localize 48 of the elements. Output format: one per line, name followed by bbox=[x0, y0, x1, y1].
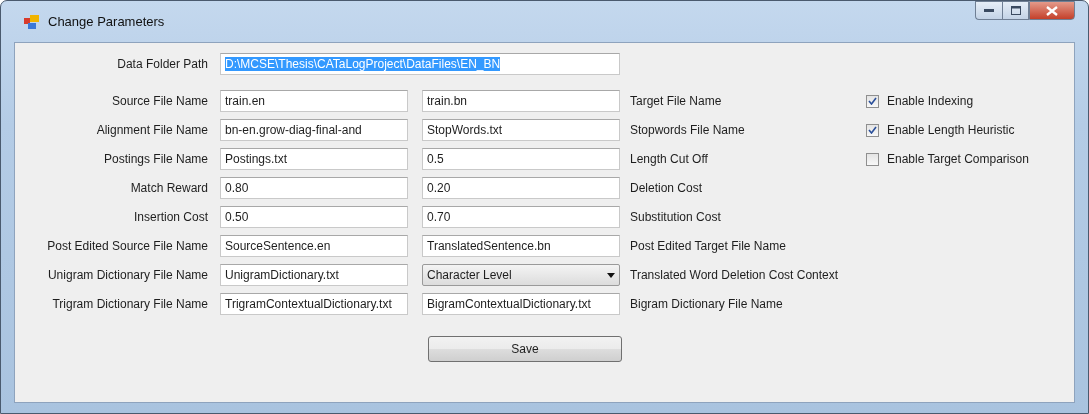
text-field[interactable]: 0.5 bbox=[422, 148, 620, 170]
checkbox[interactable]: Enable Length Heuristic bbox=[866, 123, 1074, 137]
field-label: Post Edited Source File Name bbox=[46, 239, 208, 253]
text-field[interactable]: StopWords.txt bbox=[422, 119, 620, 141]
text-field[interactable]: UnigramDictionary.txt bbox=[220, 264, 408, 286]
save-button[interactable]: Save bbox=[428, 336, 622, 362]
text-field[interactable]: train.bn bbox=[422, 90, 620, 112]
close-button[interactable] bbox=[1029, 1, 1075, 20]
dropdown[interactable]: Character Level bbox=[422, 264, 620, 286]
text-field[interactable]: 0.20 bbox=[422, 177, 620, 199]
check-icon bbox=[868, 126, 877, 134]
field-label: Substitution Cost bbox=[630, 210, 722, 224]
text-field[interactable]: TranslatedSentence.bn bbox=[422, 235, 620, 257]
field-label: Stopwords File Name bbox=[630, 123, 746, 137]
text-field[interactable]: TrigramContextualDictionary.txt bbox=[220, 293, 408, 315]
field-label: Bigram Dictionary File Name bbox=[630, 297, 784, 311]
minimize-button[interactable] bbox=[975, 1, 1002, 20]
field-label: Translated Word Deletion Cost Context bbox=[630, 268, 840, 282]
minimize-icon bbox=[984, 8, 994, 13]
text-field[interactable]: bn-en.grow-diag-final-and bbox=[220, 119, 408, 141]
field-label: Length Cut Off bbox=[630, 152, 709, 166]
text-field[interactable]: SourceSentence.en bbox=[220, 235, 408, 257]
field-label: Source File Name bbox=[110, 94, 208, 108]
field-label: Match Reward bbox=[129, 181, 208, 195]
text-field[interactable]: train.en bbox=[220, 90, 408, 112]
text-field[interactable]: 0.80 bbox=[220, 177, 408, 199]
field-label: Insertion Cost bbox=[132, 210, 208, 224]
text-field[interactable]: BigramContextualDictionary.txt bbox=[422, 293, 620, 315]
field-label: Postings File Name bbox=[102, 152, 208, 166]
checkbox[interactable]: Enable Target Comparison bbox=[866, 152, 1074, 166]
field-label: Deletion Cost bbox=[630, 181, 704, 195]
app-icon bbox=[24, 14, 40, 29]
dropdown-caret-icon bbox=[607, 272, 615, 278]
field-label: Alignment File Name bbox=[95, 123, 208, 137]
field-label: Unigram Dictionary File Name bbox=[46, 268, 208, 282]
text-field[interactable]: 0.50 bbox=[220, 206, 408, 228]
text-field[interactable]: Postings.txt bbox=[220, 148, 408, 170]
field-label: Post Edited Target File Name bbox=[630, 239, 787, 253]
maximize-button[interactable] bbox=[1002, 1, 1029, 20]
maximize-icon bbox=[1010, 6, 1021, 15]
field-label: Target File Name bbox=[630, 94, 723, 108]
field-label: Data Folder Path bbox=[116, 57, 208, 71]
field-label: Trigram Dictionary File Name bbox=[51, 297, 208, 311]
check-icon bbox=[868, 97, 877, 105]
checkbox[interactable]: Enable Indexing bbox=[866, 94, 1074, 108]
text-field[interactable]: 0.70 bbox=[422, 206, 620, 228]
close-icon bbox=[1046, 5, 1058, 16]
window-title: Change Parameters bbox=[48, 14, 165, 29]
